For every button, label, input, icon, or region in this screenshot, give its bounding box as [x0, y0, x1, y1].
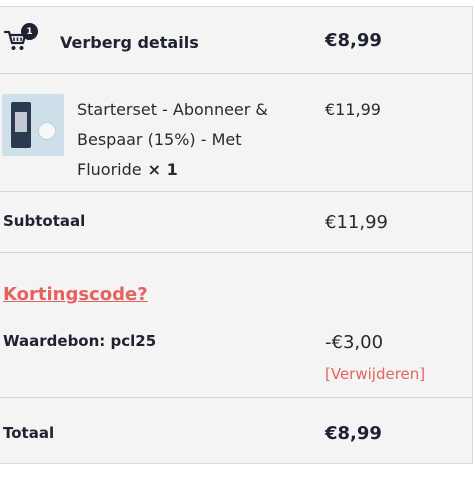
product-pack-image — [11, 102, 31, 148]
product-price: €11,99 — [325, 100, 381, 119]
summary-total-price: €8,99 — [325, 30, 382, 51]
discount-section: Kortingscode? Waardebon: pcl25 -€3,00 [V… — [0, 253, 472, 398]
subtotal-value: €11,99 — [325, 212, 388, 233]
total-row: Totaal €8,99 — [0, 398, 472, 463]
voucher-label: Waardebon: pcl25 — [3, 332, 157, 350]
subtotal-label: Subtotaal — [3, 212, 86, 230]
product-thumbnail — [2, 94, 64, 156]
remove-voucher-link[interactable]: [Verwijderen] — [325, 365, 425, 383]
total-value: €8,99 — [325, 423, 382, 444]
cart-count-badge: 1 — [21, 23, 38, 40]
product-quantity: × 1 — [147, 160, 178, 179]
cart-icon: 1 — [4, 23, 38, 51]
hide-details-toggle[interactable]: Verberg details — [60, 33, 199, 52]
product-title: Starterset - Abonneer & Bespaar (15%) - … — [77, 95, 307, 185]
product-tablet-image — [38, 122, 56, 140]
product-line-item: Starterset - Abonneer & Bespaar (15%) - … — [0, 74, 472, 192]
total-label: Totaal — [3, 424, 55, 442]
coupon-code-link[interactable]: Kortingscode? — [3, 284, 148, 305]
order-summary-panel: 1 Verberg details €8,99 Starterset - Abo… — [0, 6, 473, 464]
voucher-discount-value: -€3,00 — [325, 332, 384, 353]
order-summary-header[interactable]: 1 Verberg details €8,99 — [0, 7, 472, 74]
subtotal-row: Subtotaal €11,99 — [0, 192, 472, 253]
